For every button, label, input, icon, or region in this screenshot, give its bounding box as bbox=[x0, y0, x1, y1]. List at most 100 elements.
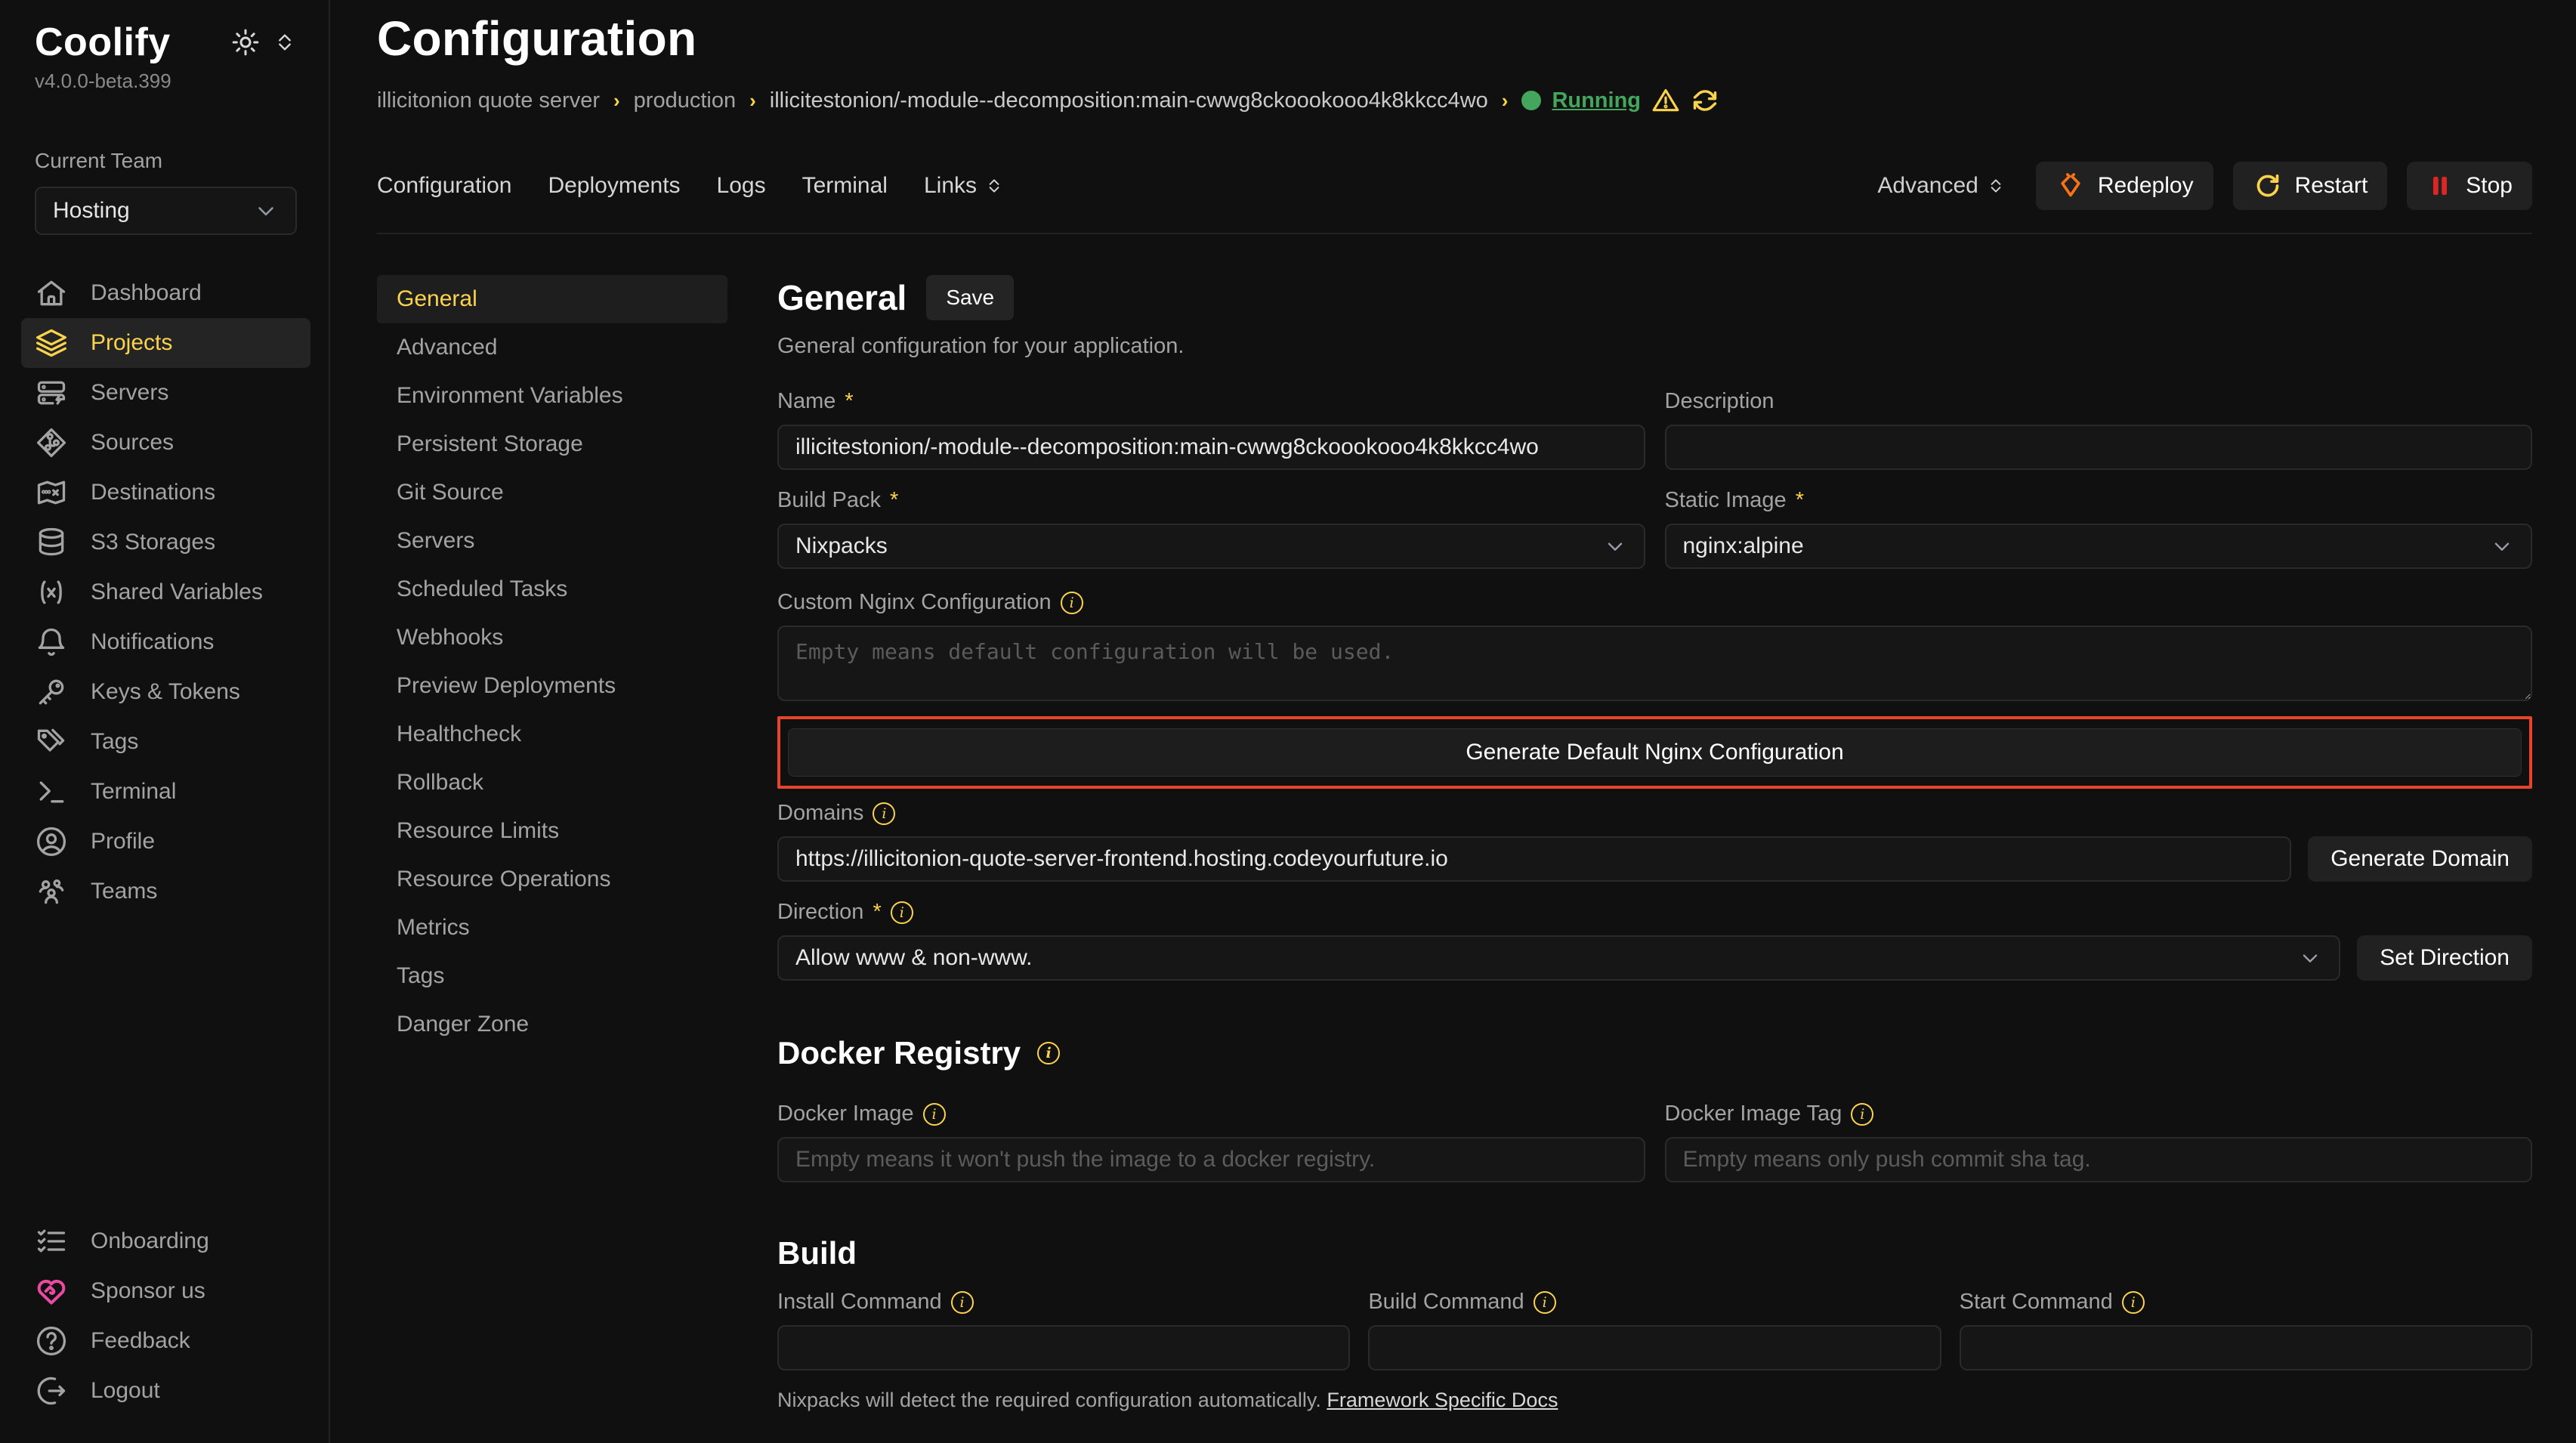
breadcrumb-project[interactable]: illicitonion quote server bbox=[377, 88, 600, 113]
subnav-advanced[interactable]: Advanced bbox=[377, 323, 727, 372]
info-icon[interactable] bbox=[1534, 1291, 1556, 1314]
subnav-environment-variables[interactable]: Environment Variables bbox=[377, 372, 727, 420]
subnav-danger-zone[interactable]: Danger Zone bbox=[377, 1000, 727, 1049]
sidebar-item-logout[interactable]: Logout bbox=[21, 1366, 310, 1416]
subnav-persistent-storage[interactable]: Persistent Storage bbox=[377, 420, 727, 468]
sidebar-item-s3-storages[interactable]: S3 Storages bbox=[21, 518, 310, 567]
generate-domain-button[interactable]: Generate Domain bbox=[2308, 836, 2532, 882]
subnav-general[interactable]: General bbox=[377, 275, 727, 323]
direction-select[interactable]: Allow www & non-www. bbox=[777, 935, 2340, 981]
domains-input[interactable] bbox=[777, 836, 2291, 882]
tab-links[interactable]: Links bbox=[924, 173, 1004, 199]
sidebar-item-terminal[interactable]: Terminal bbox=[21, 767, 310, 817]
info-icon[interactable] bbox=[951, 1291, 974, 1314]
set-direction-button[interactable]: Set Direction bbox=[2357, 935, 2532, 981]
description-label: Description bbox=[1665, 389, 2533, 414]
subnav-resource-limits[interactable]: Resource Limits bbox=[377, 807, 727, 855]
subnav-preview-deployments[interactable]: Preview Deployments bbox=[377, 662, 727, 710]
sidebar-item-teams[interactable]: Teams bbox=[21, 867, 310, 916]
docker-image-tag-input[interactable] bbox=[1665, 1137, 2533, 1182]
app-version: v4.0.0-beta.399 bbox=[35, 70, 171, 93]
database-icon bbox=[35, 526, 68, 559]
stop-button[interactable]: Stop bbox=[2407, 162, 2532, 210]
subnav-git-source[interactable]: Git Source bbox=[377, 468, 727, 517]
build-pack-select[interactable]: Nixpacks bbox=[777, 524, 1645, 569]
status-running-link[interactable]: Running bbox=[1552, 88, 1641, 113]
chevron-down-icon bbox=[1603, 534, 1627, 558]
subnav-resource-operations[interactable]: Resource Operations bbox=[377, 855, 727, 904]
sidebar-item-tags[interactable]: Tags bbox=[21, 717, 310, 767]
general-form: General Save General configuration for y… bbox=[777, 275, 2532, 1443]
subnav-metrics[interactable]: Metrics bbox=[377, 904, 727, 952]
map-icon bbox=[35, 476, 68, 509]
restart-button[interactable]: Restart bbox=[2233, 162, 2388, 210]
name-label: Name* bbox=[777, 389, 1645, 414]
sidebar-item-servers[interactable]: Servers bbox=[21, 368, 310, 418]
description-input[interactable] bbox=[1665, 425, 2533, 470]
subnav-rollback[interactable]: Rollback bbox=[377, 759, 727, 807]
status-dot bbox=[1521, 91, 1541, 110]
info-icon[interactable] bbox=[1061, 592, 1083, 614]
breadcrumb-separator: › bbox=[613, 89, 620, 113]
tab-configuration[interactable]: Configuration bbox=[377, 173, 511, 199]
status-badge: Running bbox=[1521, 86, 1719, 115]
info-icon[interactable] bbox=[2122, 1291, 2145, 1314]
restart-icon bbox=[2253, 171, 2283, 201]
tabs-bar: Configuration Deployments Logs Terminal … bbox=[377, 162, 2532, 234]
chevron-down-icon bbox=[2490, 534, 2514, 558]
team-select[interactable]: Hosting bbox=[35, 187, 297, 235]
sidebar-item-destinations[interactable]: Destinations bbox=[21, 468, 310, 518]
subnav-servers[interactable]: Servers bbox=[377, 517, 727, 565]
save-button[interactable]: Save bbox=[926, 275, 1014, 320]
section-subtitle: General configuration for your applicati… bbox=[777, 334, 2532, 359]
generate-nginx-config-button[interactable]: Generate Default Nginx Configuration bbox=[788, 728, 2522, 777]
server-icon bbox=[35, 376, 68, 409]
tab-terminal[interactable]: Terminal bbox=[802, 173, 888, 199]
start-command-input[interactable] bbox=[1960, 1325, 2532, 1370]
nginx-config-textarea[interactable] bbox=[777, 626, 2532, 701]
advanced-dropdown[interactable]: Advanced bbox=[1877, 173, 2005, 199]
install-command-input[interactable] bbox=[777, 1325, 1350, 1370]
sidebar-item-notifications[interactable]: Notifications bbox=[21, 617, 310, 667]
tab-logs[interactable]: Logs bbox=[717, 173, 766, 199]
name-input[interactable] bbox=[777, 425, 1645, 470]
sidebar-item-shared-variables[interactable]: Shared Variables bbox=[21, 567, 310, 617]
sidebar-item-projects[interactable]: Projects bbox=[21, 318, 310, 368]
docker-image-input[interactable] bbox=[777, 1137, 1645, 1182]
framework-docs-link[interactable]: Framework Specific Docs bbox=[1327, 1389, 1558, 1411]
subnav-healthcheck[interactable]: Healthcheck bbox=[377, 710, 727, 759]
subnav-webhooks[interactable]: Webhooks bbox=[377, 613, 727, 662]
nginx-config-label: Custom Nginx Configuration bbox=[777, 590, 2532, 615]
tab-deployments[interactable]: Deployments bbox=[548, 173, 680, 199]
static-image-select[interactable]: nginx:alpine bbox=[1665, 524, 2533, 569]
theme-selector-icon[interactable] bbox=[273, 30, 297, 54]
info-icon[interactable] bbox=[891, 901, 913, 924]
sidebar-item-dashboard[interactable]: Dashboard bbox=[21, 268, 310, 318]
chevron-down-icon bbox=[253, 198, 279, 224]
redeploy-button[interactable]: Redeploy bbox=[2036, 162, 2213, 210]
sidebar-item-sponsor[interactable]: Sponsor us bbox=[21, 1266, 310, 1316]
help-circle-icon bbox=[35, 1324, 68, 1358]
static-image-label: Static Image* bbox=[1665, 488, 2533, 513]
info-icon[interactable] bbox=[1851, 1103, 1873, 1126]
main-content: Configuration illicitonion quote server … bbox=[330, 0, 2576, 1443]
subnav-scheduled-tasks[interactable]: Scheduled Tasks bbox=[377, 565, 727, 613]
info-icon[interactable] bbox=[1037, 1042, 1060, 1064]
subnav-tags[interactable]: Tags bbox=[377, 952, 727, 1000]
sidebar-item-keys-tokens[interactable]: Keys & Tokens bbox=[21, 667, 310, 717]
build-pack-label: Build Pack* bbox=[777, 488, 1645, 513]
sidebar-footer-nav: Onboarding Sponsor us Feedback Logout bbox=[35, 1216, 297, 1416]
sidebar-item-profile[interactable]: Profile bbox=[21, 817, 310, 867]
build-command-input[interactable] bbox=[1368, 1325, 1941, 1370]
breadcrumb-application[interactable]: illicitestonion/-module--decomposition:m… bbox=[770, 88, 1488, 113]
sidebar-item-sources[interactable]: Sources bbox=[21, 418, 310, 468]
theme-sun-icon[interactable] bbox=[230, 27, 261, 57]
refresh-icon[interactable] bbox=[1691, 86, 1719, 115]
breadcrumb-environment[interactable]: production bbox=[634, 88, 736, 113]
sidebar-item-onboarding[interactable]: Onboarding bbox=[21, 1216, 310, 1266]
checklist-icon bbox=[35, 1225, 68, 1258]
warning-icon[interactable] bbox=[1651, 86, 1680, 115]
info-icon[interactable] bbox=[873, 802, 895, 825]
info-icon[interactable] bbox=[923, 1103, 946, 1126]
sidebar-item-feedback[interactable]: Feedback bbox=[21, 1316, 310, 1366]
